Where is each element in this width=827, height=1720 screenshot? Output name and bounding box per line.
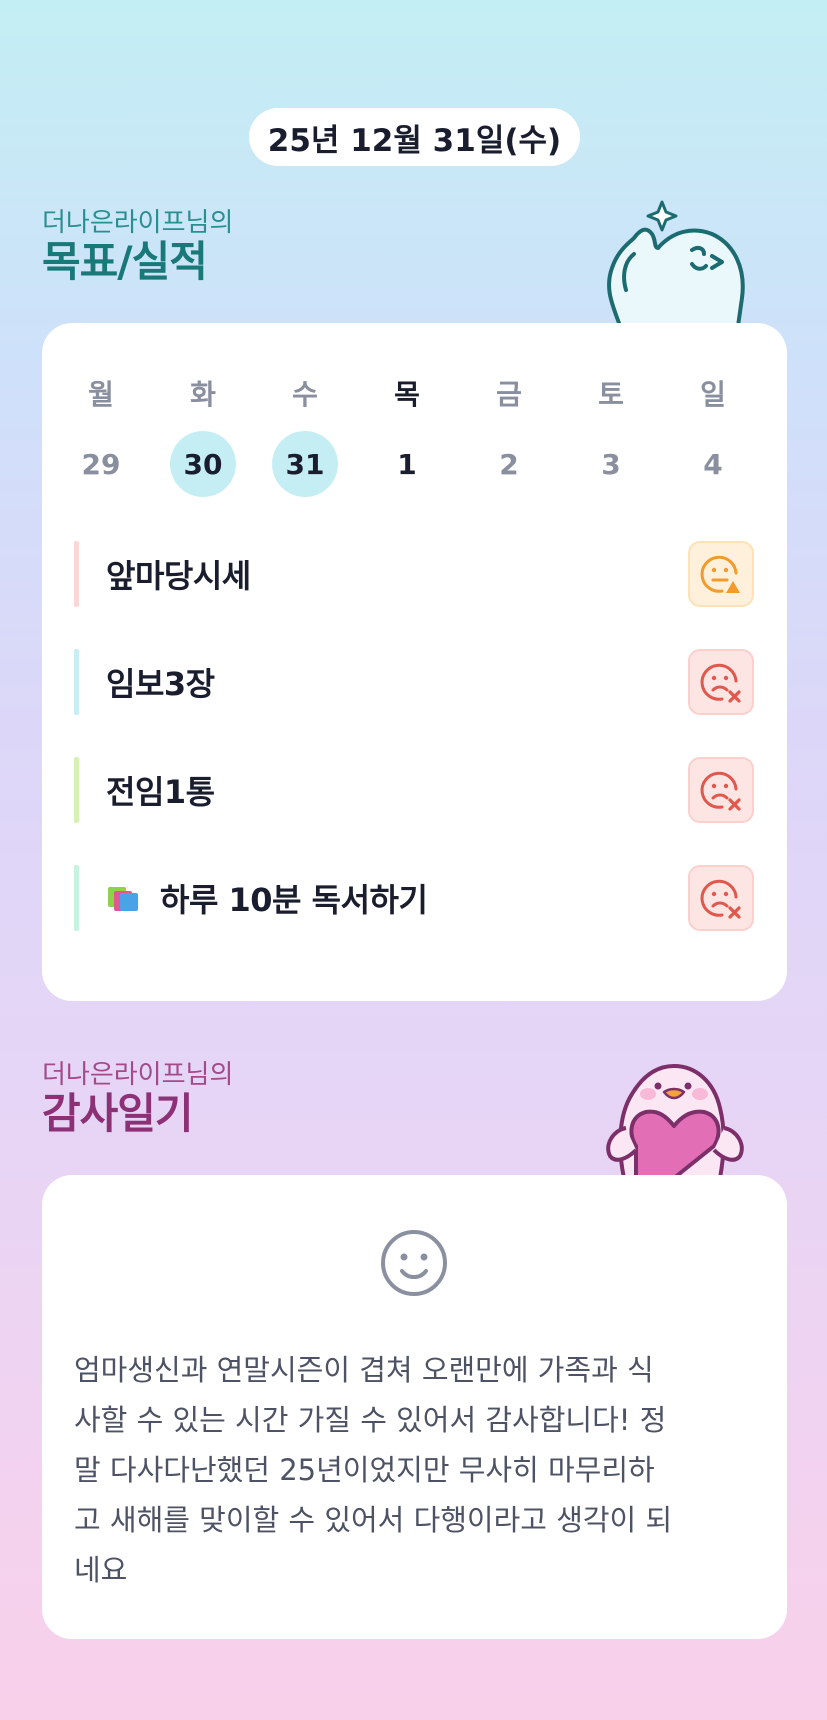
goal-item[interactable]: 하루 10분 독서하기 xyxy=(74,865,754,931)
weekday-tue: 화 xyxy=(190,378,216,411)
sad-warning-icon xyxy=(700,555,740,593)
day-number: 3 xyxy=(601,447,621,481)
weekday-thu: 목 xyxy=(394,378,420,411)
weekday-fri: 금 xyxy=(496,378,522,411)
goal-status-button[interactable] xyxy=(688,865,754,931)
sad-x-icon xyxy=(700,879,741,919)
weekday-mon: 월 xyxy=(88,378,114,411)
diary-card: 엄마생신과 연말시즌이 겹쳐 오랜만에 가족과 식 사할 수 있는 시간 가질 … xyxy=(42,1175,787,1639)
diary-section-header: 더나은라이프님의 감사일기 xyxy=(42,1060,233,1138)
goals-section-title: 목표/실적 xyxy=(42,237,208,286)
goal-color-bar xyxy=(74,541,79,607)
day-number: 31 xyxy=(272,431,338,497)
goal-label: 앞마당시세 xyxy=(106,557,251,595)
day-number: 30 xyxy=(170,431,236,497)
weekday-sun: 일 xyxy=(700,378,726,411)
heart-bird-mascot-icon xyxy=(606,1064,744,1178)
day-number: 1 xyxy=(397,447,417,481)
goal-label: 하루 10분 독서하기 xyxy=(106,865,428,931)
day-cell[interactable]: 29 xyxy=(50,431,152,497)
current-date: 25년 12월 31일(수) xyxy=(267,122,562,159)
sad-x-icon xyxy=(700,663,741,703)
weekday-wed: 수 xyxy=(292,378,318,411)
goal-label: 임보3장 xyxy=(106,665,215,703)
goals-card: 월 화 수 목 금 토 일 29 30 31 1 2 3 4 앞마당시세 임보3… xyxy=(42,323,787,1001)
day-number: 2 xyxy=(499,447,519,481)
diary-line: 네요 xyxy=(74,1553,128,1587)
goals-section-header: 더나은라이프님의 목표/실적 xyxy=(42,208,233,286)
diary-entry-text: 엄마생신과 연말시즌이 겹쳐 오랜만에 가족과 식 사할 수 있는 시간 가질 … xyxy=(74,1345,754,1595)
diary-line: 고 새해를 맞이할 수 있어서 다행이라고 생각이 되 xyxy=(74,1503,673,1537)
books-icon xyxy=(106,883,142,913)
goal-item[interactable]: 전임1통 xyxy=(74,757,754,823)
day-cell-selected[interactable]: 31 xyxy=(254,431,356,497)
day-cell[interactable]: 3 xyxy=(560,431,662,497)
day-cell[interactable]: 4 xyxy=(662,431,764,497)
diary-line: 사할 수 있는 시간 가질 수 있어서 감사합니다! 정 xyxy=(74,1403,667,1437)
diary-line: 엄마생신과 연말시즌이 겹쳐 오랜만에 가족과 식 xyxy=(74,1353,654,1387)
goal-item[interactable]: 앞마당시세 xyxy=(74,541,754,607)
day-cell[interactable]: 2 xyxy=(458,431,560,497)
smile-icon[interactable] xyxy=(380,1229,448,1297)
sad-x-icon xyxy=(700,771,741,811)
day-cell-today[interactable]: 1 xyxy=(356,431,458,497)
day-cell-done[interactable]: 30 xyxy=(152,431,254,497)
goal-color-bar xyxy=(74,649,79,715)
goal-color-bar xyxy=(74,865,79,931)
goal-color-bar xyxy=(74,757,79,823)
week-strip: 월 화 수 목 금 토 일 29 30 31 1 2 3 4 xyxy=(50,323,795,497)
goal-item[interactable]: 임보3장 xyxy=(74,649,754,715)
day-number: 4 xyxy=(703,447,723,481)
goal-status-button[interactable] xyxy=(688,649,754,715)
day-number: 29 xyxy=(81,447,121,481)
diary-line: 말 다사다난했던 25년이었지만 무사히 마무리하 xyxy=(74,1453,655,1487)
date-pill[interactable]: 25년 12월 31일(수) xyxy=(249,108,580,166)
goal-status-button[interactable] xyxy=(688,757,754,823)
ghost-mascot-icon xyxy=(607,200,745,326)
goal-status-button[interactable] xyxy=(688,541,754,607)
weekday-sat: 토 xyxy=(598,378,624,411)
diary-section-subtitle: 더나은라이프님의 xyxy=(42,1060,234,1090)
diary-section-title: 감사일기 xyxy=(42,1089,194,1138)
goals-section-subtitle: 더나은라이프님의 xyxy=(42,208,234,238)
goal-label: 전임1통 xyxy=(106,773,215,811)
